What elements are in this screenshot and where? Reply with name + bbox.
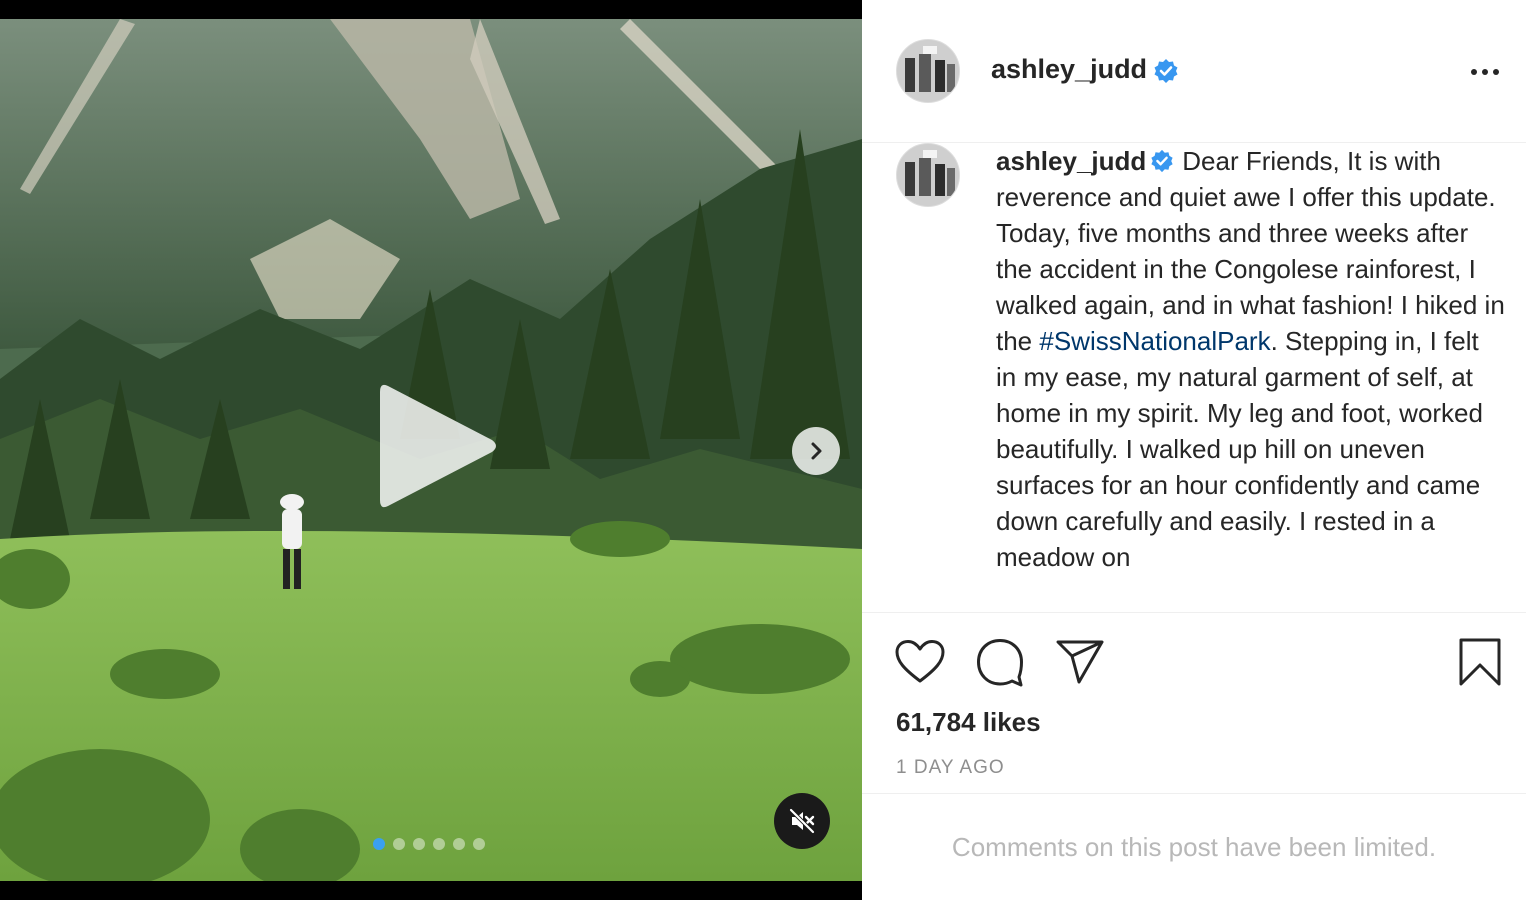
carousel-dot bbox=[453, 838, 465, 850]
post-header: ashley_judd bbox=[862, 0, 1526, 143]
post-details-panel: ashley_judd ashley_judd Dear Friends, It… bbox=[862, 0, 1526, 900]
carousel-dot bbox=[393, 838, 405, 850]
comment-icon bbox=[977, 639, 1023, 687]
play-icon bbox=[380, 384, 496, 508]
like-button[interactable] bbox=[894, 639, 946, 690]
verified-badge-icon bbox=[1151, 149, 1173, 173]
verified-badge-icon bbox=[1154, 58, 1178, 83]
post-actions: 61,784 likes 1 DAY AGO bbox=[862, 612, 1526, 794]
more-options-button[interactable] bbox=[1468, 60, 1502, 84]
post-date[interactable]: 1 DAY AGO bbox=[896, 757, 1005, 779]
username-text[interactable]: ashley_judd bbox=[991, 54, 1147, 84]
carousel-dot bbox=[373, 838, 385, 850]
heart-icon bbox=[895, 640, 945, 683]
speaker-muted-icon bbox=[789, 808, 815, 834]
hashtag-link[interactable]: #SwissNationalPark bbox=[1039, 326, 1270, 356]
chevron-right-icon bbox=[811, 442, 822, 460]
post-media[interactable] bbox=[0, 0, 862, 900]
save-button[interactable] bbox=[1458, 637, 1502, 692]
carousel-dot bbox=[473, 838, 485, 850]
post-caption: ashley_judd Dear Friends, It is with rev… bbox=[996, 143, 1506, 575]
likes-count[interactable]: 61,784 likes bbox=[896, 707, 1041, 738]
more-options-icon bbox=[1471, 69, 1499, 75]
caption-text: Dear Friends, It is with reverence and q… bbox=[996, 146, 1505, 356]
share-icon bbox=[1056, 640, 1104, 684]
comments-section: Comments on this post have been limited. bbox=[862, 793, 1526, 901]
caption-section: ashley_judd Dear Friends, It is with rev… bbox=[862, 143, 1526, 612]
carousel-next-button[interactable] bbox=[792, 427, 840, 475]
caption-text-continued: . Stepping in, I felt in my ease, my nat… bbox=[996, 326, 1483, 572]
carousel-dot bbox=[433, 838, 445, 850]
caption-avatar[interactable] bbox=[896, 143, 960, 207]
carousel-dot bbox=[413, 838, 425, 850]
carousel-indicator bbox=[373, 838, 485, 850]
mute-toggle-button[interactable] bbox=[774, 793, 830, 849]
avatar[interactable] bbox=[896, 39, 960, 103]
play-button[interactable] bbox=[376, 380, 502, 512]
caption-username[interactable]: ashley_judd bbox=[996, 146, 1146, 176]
avatar-image bbox=[897, 40, 959, 102]
header-username[interactable]: ashley_judd bbox=[991, 54, 1179, 85]
bookmark-icon bbox=[1459, 638, 1501, 686]
comment-button[interactable] bbox=[975, 637, 1025, 692]
avatar-image bbox=[897, 144, 959, 206]
share-button[interactable] bbox=[1055, 639, 1105, 690]
comments-limited-notice: Comments on this post have been limited. bbox=[951, 832, 1437, 862]
